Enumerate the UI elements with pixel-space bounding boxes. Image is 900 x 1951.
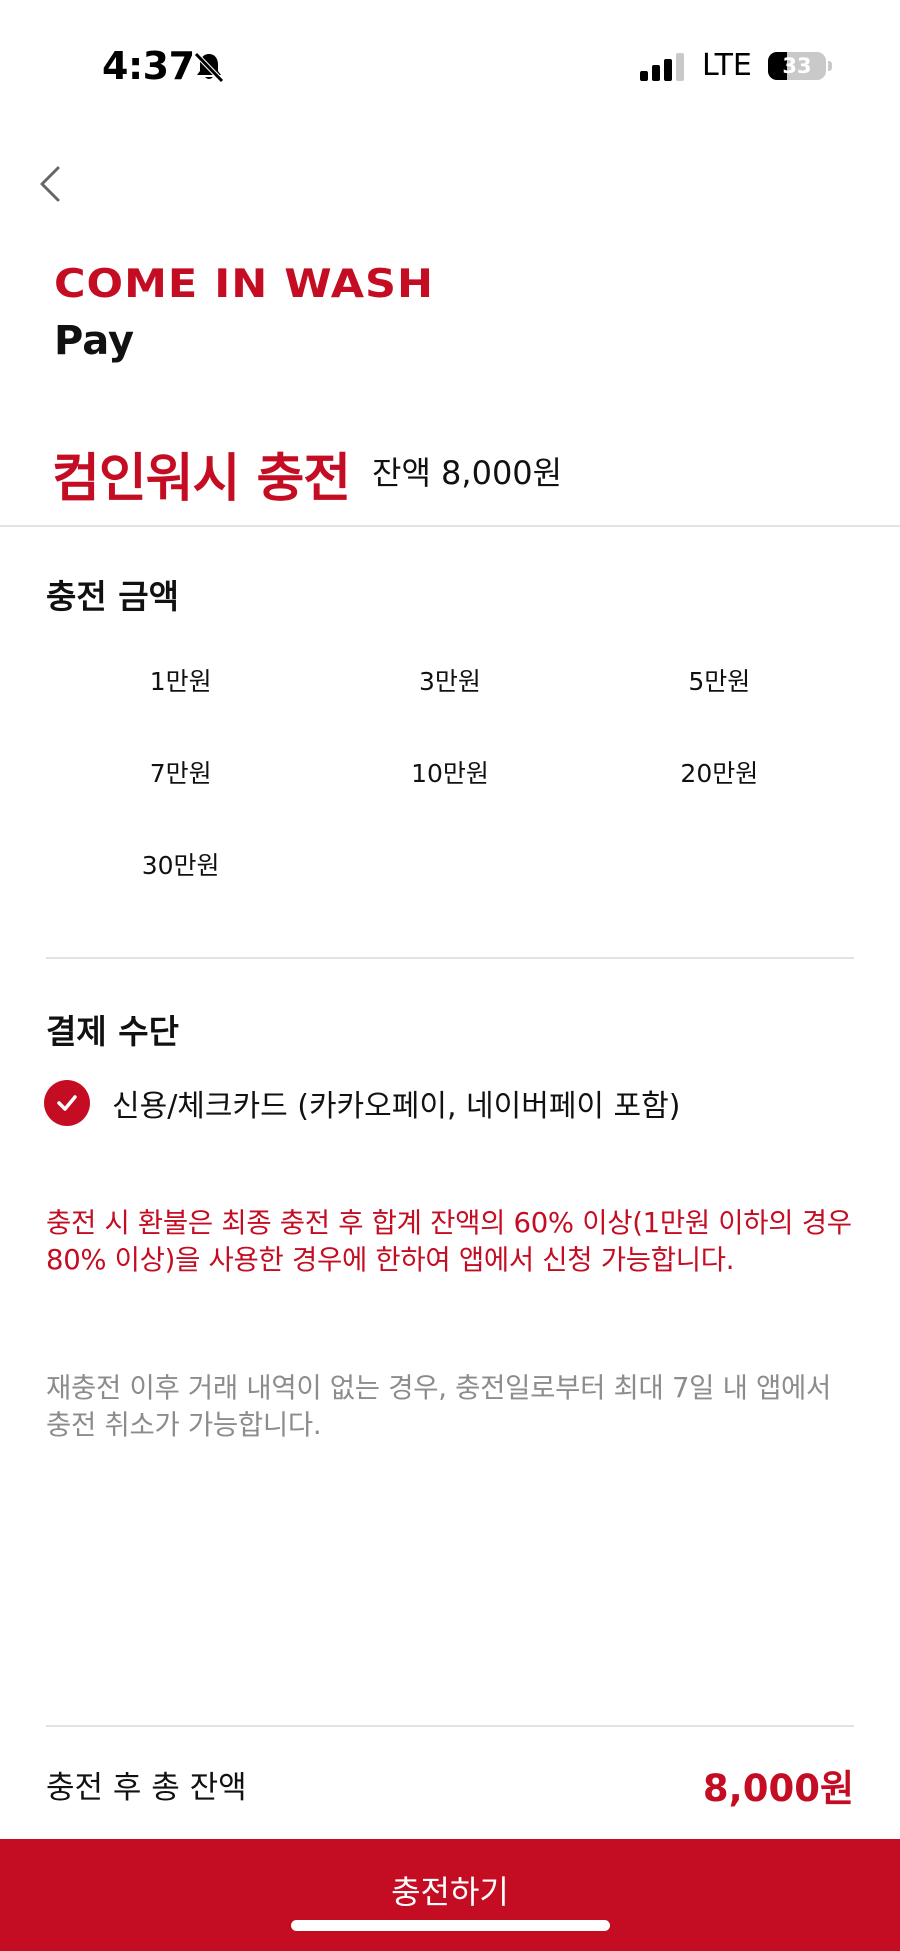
- signal-icon: [640, 53, 684, 81]
- divider: [46, 1725, 854, 1727]
- refund-notice: 충전 시 환불은 최종 충전 후 합계 잔액의 60% 이상(1만원 이하의 경…: [46, 1207, 852, 1276]
- payment-section-title: 결제 수단: [46, 1012, 179, 1051]
- divider: [0, 525, 900, 527]
- amount-option-200000[interactable]: 20만원: [585, 752, 854, 796]
- balance-label: 잔액 8,000원: [372, 454, 563, 492]
- battery-level: 33: [782, 54, 812, 78]
- amount-option-100000[interactable]: 10만원: [315, 752, 584, 796]
- check-icon: [57, 1095, 77, 1111]
- amount-option-10000[interactable]: 1만원: [46, 660, 315, 704]
- charge-button[interactable]: 충전하기: [0, 1839, 900, 1951]
- page-title: 컴인워시 충전: [52, 449, 351, 509]
- battery-icon: 33: [768, 52, 826, 80]
- bell-slash-icon: [194, 52, 224, 83]
- divider: [46, 957, 854, 959]
- amount-option-70000[interactable]: 7만원: [46, 752, 315, 796]
- chevron-left-icon: [40, 166, 60, 202]
- status-time: 4:37: [102, 44, 195, 88]
- amount-section-title: 충전 금액: [46, 577, 179, 616]
- brand-sub: Pay: [54, 318, 135, 364]
- payment-option-label: 신용/체크카드 (카카오페이, 네이버페이 포함): [112, 1089, 681, 1124]
- amount-option-300000[interactable]: 30만원: [46, 844, 315, 888]
- network-label: LTE: [702, 48, 752, 83]
- brand-logo: COME IN WASH: [54, 261, 434, 308]
- total-label: 충전 후 총 잔액: [46, 1770, 247, 1806]
- check-circle-icon[interactable]: [44, 1080, 90, 1126]
- back-button[interactable]: [30, 160, 70, 208]
- home-indicator[interactable]: [291, 1920, 610, 1931]
- amount-option-30000[interactable]: 3만원: [315, 660, 584, 704]
- cancel-notice: 재충전 이후 거래 내역이 없는 경우, 충전일로부터 최대 7일 내 앱에서 …: [46, 1372, 832, 1441]
- total-value: 8,000원: [702, 1767, 854, 1810]
- amount-option-50000[interactable]: 5만원: [585, 660, 854, 704]
- payment-option-card[interactable]: 신용/체크카드 (카카오페이, 네이버페이 포함): [44, 1080, 680, 1126]
- amount-options: 1만원 3만원 5만원 7만원 10만원 20만원 30만원: [46, 660, 854, 888]
- battery-nub: [828, 61, 832, 71]
